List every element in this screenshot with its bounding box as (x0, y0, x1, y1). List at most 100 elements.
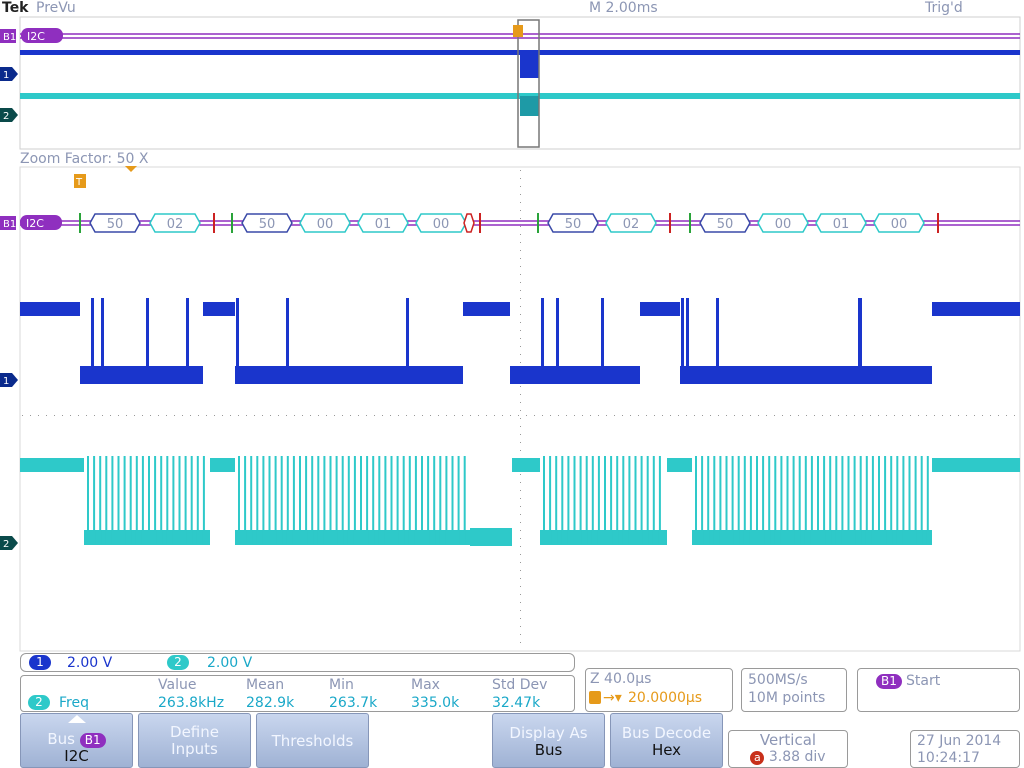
trigger-panel[interactable]: B1 Start (857, 668, 1020, 712)
define-inputs-button[interactable]: Define Inputs (138, 713, 251, 768)
overview-pane[interactable] (19, 16, 1021, 150)
grid-dot (182, 415, 183, 416)
grid-dot (206, 415, 207, 416)
meas-header-stddev: Std Dev (492, 677, 548, 693)
ch1-badge[interactable]: 1 (29, 655, 51, 670)
ch2-badge[interactable]: 2 (167, 655, 189, 670)
grid-dot (520, 258, 521, 259)
ch2-clock-pulse (111, 456, 114, 544)
grid-dot (590, 415, 591, 416)
bus-button-badge: B1 (79, 733, 106, 748)
grid-dot (520, 266, 521, 267)
ch2-clock-pulse (244, 456, 247, 544)
ch1-waveform[interactable] (20, 298, 1020, 384)
grid-dot (520, 610, 521, 611)
zoom-factor-label: Zoom Factor: 50 X (20, 151, 149, 167)
measurement-panel[interactable]: Value Mean Min Max Std Dev 2 Freq 263.8k… (20, 675, 575, 712)
zoom-info-panel[interactable]: Z 40.0µs →▾ 20.0000µs (585, 668, 733, 712)
grid-dot (520, 578, 521, 579)
overview-bus-protocol: I2C (27, 30, 45, 43)
ch1-pulse (406, 298, 409, 384)
grid-dot (520, 186, 521, 187)
bus-button[interactable]: Bus B1 I2C (20, 713, 133, 768)
ch2-clock-pulse (105, 456, 108, 544)
grid-dot (926, 415, 927, 416)
ch2-clock-pulse (926, 456, 929, 544)
grid-dot (702, 415, 703, 416)
grid-dot (454, 415, 455, 416)
grid-dot (430, 415, 431, 416)
grid-dot (520, 474, 521, 475)
grid-dot (790, 415, 791, 416)
grid-dot (646, 415, 647, 416)
vertical-panel[interactable]: Vertical a 3.88 div (728, 730, 848, 768)
bus-packet-byte: 01 (833, 217, 850, 232)
ch2-clock-pulse (774, 456, 777, 544)
ch2-clock-pulse (798, 456, 801, 544)
ch1-scale[interactable]: 2.00 V (67, 654, 112, 672)
grid-dot (974, 415, 975, 416)
grid-dot (22, 415, 23, 416)
overview-b1-marker-text: B1 (3, 32, 16, 43)
display-as-button[interactable]: Display As Bus (492, 713, 605, 768)
grid-dot (520, 482, 521, 483)
waveform-display[interactable]: B1 I2C 1 2 Zoom Factor: 50 X T B1 I2C 50… (0, 0, 1024, 705)
grid-dot (520, 338, 521, 339)
thresholds-button[interactable]: Thresholds (256, 713, 369, 768)
ch2-clock-pulse (640, 456, 643, 544)
ch2-clock-pulse (847, 456, 850, 544)
grid-dot (918, 415, 919, 416)
overview-ch1-marker-text: 1 (3, 70, 9, 81)
ch2-scale[interactable]: 2.00 V (207, 654, 252, 672)
ch2-clock-pulse (890, 456, 893, 544)
grid-dot (30, 415, 31, 416)
grid-dot (520, 178, 521, 179)
grid-dot (526, 415, 527, 416)
meas-source-badge: 2 (28, 695, 50, 710)
ch2-clock-pulse (810, 456, 813, 544)
grid-dot (678, 415, 679, 416)
ch2-clock-pulse (154, 456, 157, 544)
ch2-clock-pulse (384, 456, 387, 544)
ch2-clock-pulse (823, 456, 826, 544)
grid-dot (230, 415, 231, 416)
grid-dot (520, 242, 521, 243)
ch2-clock-pulse (402, 456, 405, 544)
ch2-clock-pulse (652, 456, 655, 544)
grid-dot (1014, 415, 1015, 416)
ch2-clock-pulse (160, 456, 163, 544)
meas-name: Freq (59, 695, 89, 711)
grid-dot (934, 415, 935, 416)
grid-dot (78, 415, 79, 416)
acquisition-panel[interactable]: 500MS/s 10M points (741, 668, 847, 712)
ch2-clock-pulse (884, 456, 887, 544)
grid-dot (520, 546, 521, 547)
grid-dot (70, 415, 71, 416)
ch2-clock-pulse (274, 456, 277, 544)
overview-ch1-trace (20, 50, 1020, 55)
ch1-low-segment (190, 366, 203, 384)
grid-dot (520, 226, 521, 227)
vertical-title: Vertical (759, 731, 817, 749)
grid-dot (310, 415, 311, 416)
grid-dot (366, 415, 367, 416)
grid-dot (54, 415, 55, 416)
grid-dot (166, 415, 167, 416)
ch1-low-segment (410, 366, 463, 384)
zoom-trigger-icon (589, 691, 601, 704)
grid-dot (286, 415, 287, 416)
ch2-clock-pulse (196, 456, 199, 544)
bus-decode-button[interactable]: Bus Decode Hex (610, 713, 723, 768)
ch1-low-segment (862, 366, 932, 384)
ch2-clock-pulse (190, 456, 193, 544)
ch2-waveform[interactable] (20, 456, 1020, 546)
grid-dot (406, 415, 407, 416)
ch2-clock-pulse (317, 456, 320, 544)
grid-dot (718, 415, 719, 416)
grid-dot (966, 415, 967, 416)
ch1-ground-marker-text: 1 (3, 376, 9, 387)
ch2-clock-pulse (713, 456, 716, 544)
meas-mean: 282.9k (246, 695, 295, 711)
bus-button-value: I2C (64, 747, 89, 765)
ch2-clock-pulse (762, 456, 765, 544)
